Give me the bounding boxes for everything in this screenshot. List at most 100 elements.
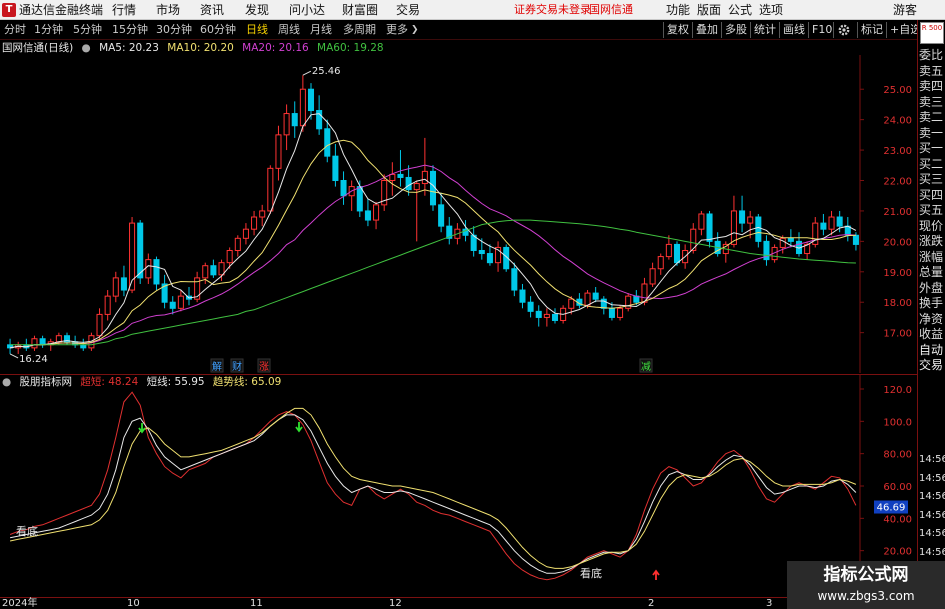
button-multi-stock[interactable]: 多股 [721, 22, 750, 38]
candle-body [519, 289, 526, 303]
period-tab-more[interactable]: 更多 [386, 23, 408, 37]
tick-time: 14:56 [919, 546, 945, 558]
candle-body [373, 204, 380, 221]
side-label: 委比 [919, 48, 944, 62]
candle-body [397, 173, 404, 178]
candle-body [389, 173, 396, 182]
button-stats[interactable]: 统计 [750, 22, 779, 38]
candle-body [551, 313, 559, 321]
period-tab-30min[interactable]: 30分钟 [156, 23, 192, 37]
candle-body [486, 253, 493, 264]
period-tab-15min[interactable]: 15分钟 [112, 23, 148, 37]
side-label[interactable]: 自动 [919, 343, 943, 358]
button-f10[interactable]: F10 [808, 22, 835, 38]
menu-item-news[interactable]: 资讯 [200, 2, 224, 18]
period-tab-daily[interactable]: 日线 [246, 23, 268, 37]
candle-body [698, 213, 705, 230]
menu-item-options[interactable]: 选项 [759, 2, 783, 18]
side-label: 净资 [919, 311, 944, 326]
candle-body [218, 262, 225, 276]
event-marker: 涨 [259, 361, 269, 373]
side-label: 卖三 [919, 94, 944, 109]
period-tab-multi[interactable]: 多周期 [343, 23, 376, 37]
menu-item-discover[interactable]: 发现 [245, 2, 269, 18]
x-tick-label: 2024年 [2, 598, 38, 609]
ma5-line [10, 113, 857, 349]
side-label: 卖一 [919, 125, 944, 140]
candle-body [413, 183, 420, 191]
x-tick-label: 11 [250, 598, 263, 609]
side-label: 总量 [919, 265, 944, 279]
user-status[interactable]: 游客 [893, 2, 917, 18]
button-adjust[interactable]: 复权 [663, 22, 692, 38]
main-chart-panel[interactable]: 国网信通(日线) ● MA5: 20.23 MA10: 20.20 MA20: … [0, 41, 917, 373]
event-marker: 财 [232, 360, 242, 373]
event-marker: 解 [212, 360, 222, 373]
gear-icon[interactable] [833, 22, 855, 38]
watermark-url: www.zbgs3.com [817, 589, 915, 603]
period-tab-60min[interactable]: 60分钟 [200, 23, 236, 37]
low-pointer [9, 353, 19, 359]
period-tab-monthly[interactable]: 月线 [310, 23, 332, 37]
top-menu-bar: T 通达信金融终端 行情 市场 资讯 发现 问小达 财富圈 交易 证券交易未登录… [0, 0, 945, 20]
candle-body [112, 277, 119, 297]
period-tab-1min[interactable]: 1分钟 [34, 23, 63, 37]
candle-body [340, 180, 347, 197]
period-tab-intraday[interactable]: 分时 [4, 23, 26, 37]
candle-body [153, 259, 160, 285]
candle-body [202, 265, 209, 279]
indicator-tick-label: 40.00 [883, 514, 912, 525]
menu-item-ask[interactable]: 问小达 [289, 2, 325, 18]
candle-body [291, 113, 298, 127]
candlestick-chart[interactable]: 25.00 24.00 23.00 22.00 21.00 20.00 19.00 18.00… [0, 41, 917, 373]
button-draw[interactable]: 画线 [779, 22, 808, 38]
quote-side-panel: R 500 委比 卖五 卖四 卖三 卖二 卖一 买一 买二 买三 买四 买五 现价 涨跌 涨幅 总量 外盘 换手… [917, 20, 945, 609]
candle-body [755, 216, 762, 242]
level2-badge[interactable]: R 500 [920, 22, 944, 44]
side-label: 换手 [919, 296, 944, 310]
candle-body [405, 176, 412, 191]
menu-item-function[interactable]: 功能 [666, 2, 690, 18]
short-line [10, 414, 857, 574]
x-tick-label: 3 [766, 598, 773, 609]
menu-item-trade[interactable]: 交易 [396, 2, 420, 18]
side-label: 收益 [919, 327, 944, 341]
candle-body [210, 265, 217, 276]
candle-body [332, 155, 339, 182]
side-label[interactable]: 交易 [919, 358, 943, 373]
candle-body [145, 259, 152, 279]
watermark: 指标公式网 www.zbgs3.com [787, 561, 945, 609]
watermark-title: 指标公式网 [823, 565, 909, 585]
side-label: 买二 [919, 156, 944, 171]
stock-name-link[interactable]: 国网信通 [589, 3, 633, 17]
price-tick-label: 20.00 [883, 237, 912, 248]
candle-body [478, 249, 485, 255]
candle-body [657, 256, 664, 270]
chevron-right-icon[interactable]: ❯ [411, 23, 419, 37]
menu-item-market[interactable]: 市场 [156, 2, 180, 18]
candle-body [535, 310, 542, 318]
bottom-signal-label: 看底 [580, 566, 602, 580]
trade-login-warning[interactable]: 证券交易未登录 [514, 3, 591, 17]
menu-item-quote[interactable]: 行情 [112, 2, 136, 18]
period-tab-weekly[interactable]: 周线 [278, 23, 300, 37]
button-overlay[interactable]: 叠加 [692, 22, 721, 38]
indicator-panel[interactable]: ● 股朋指标网 超短: 48.24 短线: 55.95 趋势线: 65.09 1… [0, 374, 917, 598]
button-mark[interactable]: 标记 [857, 22, 886, 38]
candle-body [324, 128, 331, 157]
candle-body [747, 216, 754, 224]
menu-item-wealth[interactable]: 财富圈 [342, 2, 378, 18]
candle-body [31, 338, 38, 349]
tick-time: 14:56 [919, 454, 945, 465]
side-label: 卖四 [919, 79, 944, 93]
ma60-line [10, 219, 856, 346]
indicator-chart[interactable]: 120.0100.080.0060.0040.0020.0046.69看底看底 [0, 375, 917, 598]
candle-body [852, 234, 859, 245]
menu-item-layout[interactable]: 版面 [697, 2, 721, 18]
period-tab-5min[interactable]: 5分钟 [73, 23, 102, 37]
candle-body [104, 295, 111, 315]
candle-body [673, 243, 681, 264]
candle-body [356, 186, 363, 212]
candle-body [96, 313, 103, 337]
menu-item-formula[interactable]: 公式 [728, 2, 752, 18]
